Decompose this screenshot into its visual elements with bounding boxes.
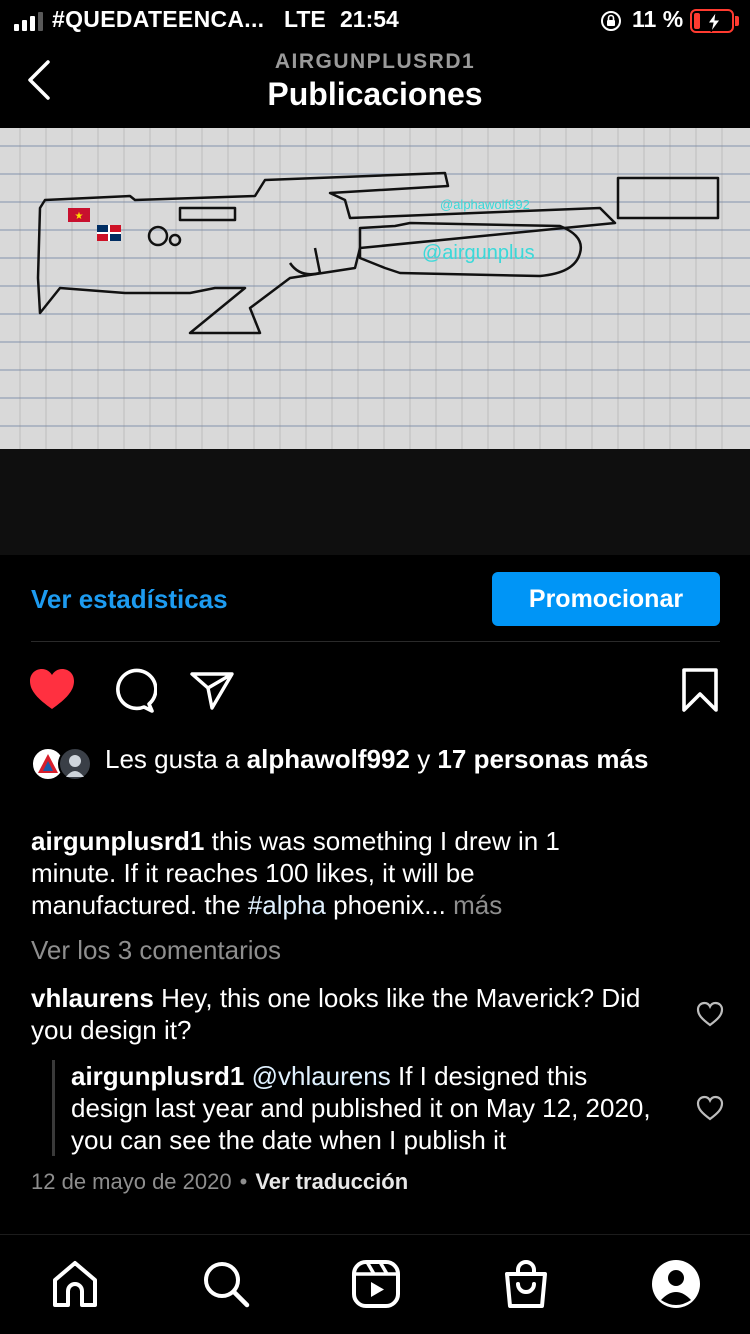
caption-username[interactable]: airgunplusrd1	[31, 826, 204, 856]
comment-username[interactable]: vhlaurens	[31, 983, 154, 1013]
comment-like-heart-icon[interactable]	[696, 1001, 724, 1027]
status-bar: #QUEDATEENCA... LTE 21:54 11 %	[0, 0, 750, 40]
home-icon[interactable]	[49, 1258, 101, 1310]
watermark-airgunplus: @airgunplus	[422, 242, 535, 264]
liker-username[interactable]: alphawolf992	[247, 744, 410, 774]
page-title: Publicaciones	[267, 76, 483, 112]
carrier-name: #QUEDATEENCA...	[52, 6, 265, 32]
comment-icon[interactable]	[109, 666, 157, 714]
liker-avatar-2[interactable]	[58, 747, 92, 781]
battery-icon	[690, 9, 734, 33]
caption-text-2: phoenix...	[333, 890, 446, 920]
battery-percent: 11 %	[632, 6, 684, 32]
insights-row: Ver estadísticas Promocionar	[0, 556, 750, 642]
divider	[31, 641, 720, 642]
view-insights-link[interactable]: Ver estadísticas	[31, 584, 228, 615]
likes-others-more[interactable]: más	[596, 744, 648, 774]
post-date: 12 de mayo de 2020	[31, 1169, 232, 1194]
bottom-nav-border	[0, 1234, 750, 1235]
see-translation-link[interactable]: Ver traducción	[255, 1169, 408, 1194]
post-image-letterbox	[0, 449, 750, 555]
account-username: AIRGUNPLUSRD1	[274, 50, 476, 73]
reply-thread-line	[52, 1060, 55, 1156]
like-heart-icon[interactable]	[28, 666, 76, 714]
reply-like-heart-icon[interactable]	[696, 1095, 724, 1121]
likes-prefix: Les gusta a	[105, 744, 240, 774]
save-bookmark-icon[interactable]	[676, 666, 724, 714]
share-send-icon[interactable]	[188, 666, 236, 714]
comment-reply-item: airgunplusrd1 @vhlaurens If I designed t…	[71, 1060, 671, 1156]
caption-more-link[interactable]: más	[453, 890, 502, 920]
battery-tip	[735, 16, 739, 26]
likes-others-count[interactable]: 17 personas	[437, 744, 589, 774]
signal-icon	[14, 12, 43, 31]
shop-bag-icon[interactable]	[500, 1258, 552, 1310]
rotation-lock-icon	[601, 11, 621, 31]
reels-icon[interactable]	[350, 1258, 402, 1310]
reply-username[interactable]: airgunplusrd1	[71, 1061, 244, 1091]
likes-summary[interactable]: Les gusta a alphawolf992 y 17 personas m…	[105, 743, 705, 775]
watermark-alphawolf: @alphawolf992	[440, 197, 530, 212]
meta-separator: •	[239, 1169, 248, 1194]
promote-button[interactable]: Promocionar	[492, 572, 720, 626]
post-image[interactable]: ★ @alphawolf992 @airgunplus	[0, 128, 750, 449]
clock: 21:54	[340, 6, 399, 32]
post-meta: 12 de mayo de 2020 • Ver traducción	[31, 1169, 408, 1195]
view-all-comments-link[interactable]: Ver los 3 comentarios	[31, 935, 281, 966]
reply-mention[interactable]: @vhlaurens	[252, 1061, 391, 1091]
network-type: LTE	[284, 6, 326, 32]
top-bar: AIRGUNPLUSRD1 Publicaciones	[0, 40, 750, 128]
gun-sketch-drawing: ★ @alphawolf992 @airgunplus	[0, 128, 750, 449]
search-icon[interactable]	[200, 1258, 252, 1310]
profile-avatar-icon[interactable]	[650, 1258, 702, 1310]
svg-text:★: ★	[75, 211, 84, 222]
comment-item: vhlaurens Hey, this one looks like the M…	[31, 982, 651, 1046]
likes-conj: y	[417, 744, 431, 774]
caption-hashtag[interactable]: #alpha	[248, 890, 326, 920]
post-caption: airgunplusrd1 this was something I drew …	[31, 825, 631, 921]
